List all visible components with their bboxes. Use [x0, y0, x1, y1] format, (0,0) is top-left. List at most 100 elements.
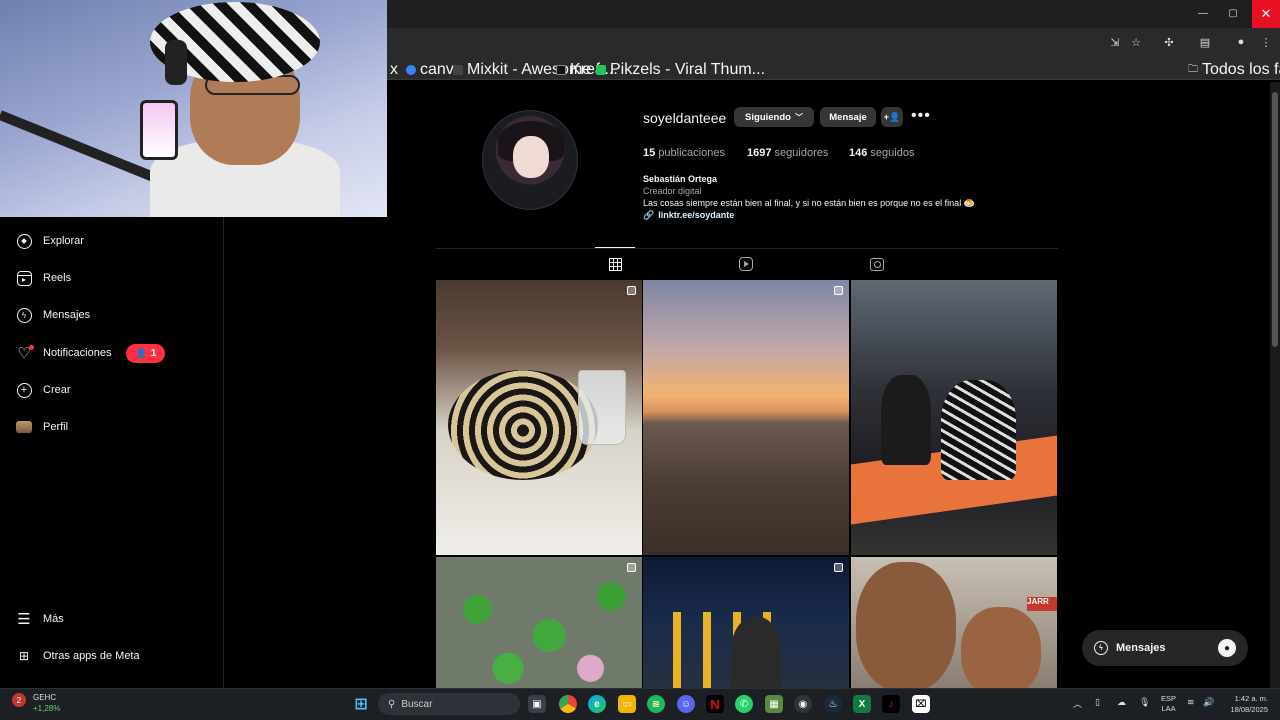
- following-count[interactable]: 146 seguidos: [849, 147, 914, 159]
- following-button[interactable]: Siguiendo ﹀: [734, 107, 814, 127]
- hamburger-icon: ☰: [17, 611, 31, 628]
- stock-widget-name[interactable]: GEHC: [33, 693, 56, 702]
- options-ellipsis-icon[interactable]: •••: [911, 107, 931, 125]
- tray-mic-icon[interactable]: 🎙: [1139, 697, 1150, 708]
- sidebar-item-notifications[interactable]: ♡ Notificaciones 👤 1: [16, 341, 166, 365]
- profile-category: Creador digital: [643, 186, 702, 196]
- post-tile[interactable]: JARR: [851, 557, 1057, 688]
- edge-icon[interactable]: e: [588, 695, 606, 713]
- whatsapp-icon[interactable]: ✆: [735, 695, 753, 713]
- contact-avatar: ●: [1218, 639, 1236, 657]
- volume-icon[interactable]: 🔊: [1203, 697, 1214, 708]
- clock[interactable]: 1:42 a. m. 18/08/2025: [1222, 693, 1268, 715]
- minecraft-icon[interactable]: ▦: [765, 695, 783, 713]
- all-favorites-folder[interactable]: 🗀Todos los favoritos: [1188, 61, 1280, 79]
- post-tile[interactable]: [851, 280, 1057, 555]
- reading-list-icon[interactable]: ▤: [1197, 34, 1213, 50]
- obs-icon[interactable]: ◉: [794, 695, 812, 713]
- active-tab-indicator: [595, 247, 635, 248]
- krea-icon: [556, 65, 566, 75]
- messenger-icon: ϟ: [1094, 641, 1108, 655]
- folder-icon: 🗀: [1188, 63, 1198, 75]
- extensions-icon[interactable]: ✣: [1161, 34, 1177, 50]
- message-button[interactable]: Mensaje: [820, 107, 876, 127]
- tagged-icon: [870, 257, 884, 271]
- messages-floating-button[interactable]: ϟ Mensajes ●: [1082, 630, 1248, 666]
- menu-kebab-icon[interactable]: ⋮: [1258, 34, 1274, 50]
- followers-count[interactable]: 1697 seguidores: [747, 147, 828, 159]
- stock-widget-icon[interactable]: 2: [12, 693, 26, 707]
- tab-tagged[interactable]: [869, 256, 885, 272]
- sidebar-item-more[interactable]: ☰ Más: [16, 607, 64, 631]
- profile-avatar-icon[interactable]: ●: [1233, 34, 1249, 50]
- post-tile[interactable]: [643, 557, 849, 688]
- sidebar-item-reels[interactable]: Reels: [16, 266, 71, 290]
- sidebar-item-profile[interactable]: Perfil: [16, 415, 68, 439]
- messenger-icon: ϟ: [16, 307, 32, 323]
- grid-icon: [608, 257, 622, 271]
- link-icon: 🔗: [643, 210, 655, 220]
- profile-bio: Las cosas siempre están bien al final, y…: [643, 198, 975, 208]
- capcut-icon[interactable]: ⌧: [912, 695, 930, 713]
- tab-posts[interactable]: [607, 256, 623, 272]
- tray-chevron-up-icon[interactable]: ︿: [1073, 697, 1082, 710]
- notification-badge: 👤 1: [126, 343, 166, 363]
- reels-icon: [739, 257, 753, 271]
- taskbar-search[interactable]: ⚲ Buscar: [378, 693, 520, 715]
- heart-icon: ♡: [16, 345, 34, 362]
- language-indicator[interactable]: ESP LAA: [1161, 694, 1176, 714]
- post-tile[interactable]: [643, 280, 849, 555]
- windows-start-icon[interactable]: ⊞: [352, 695, 370, 713]
- profile-link[interactable]: 🔗 linktr.ee/soydante: [643, 210, 734, 221]
- mixkit-icon: [453, 65, 463, 75]
- excel-icon[interactable]: X: [853, 695, 871, 713]
- apps-grid-icon: ⊞: [18, 649, 30, 663]
- carousel-icon: [627, 563, 636, 572]
- canva-icon: [406, 65, 416, 75]
- post-tile[interactable]: [436, 280, 642, 555]
- carousel-icon: [834, 563, 843, 572]
- person-icon: 👤: [135, 347, 147, 358]
- profile-username: soyeldanteee: [643, 110, 727, 126]
- chevron-down-icon: ﹀: [794, 112, 803, 122]
- install-app-icon[interactable]: ⇲: [1107, 34, 1123, 50]
- bookmark-item[interactable]: Pikzels - Viral Thum...: [596, 61, 765, 79]
- wifi-icon[interactable]: ≋: [1187, 697, 1195, 708]
- bookmark-star-icon[interactable]: ☆: [1128, 34, 1144, 50]
- search-icon: ⚲: [388, 698, 396, 710]
- profile-picture[interactable]: [482, 110, 578, 210]
- tray-app-icon[interactable]: ▯: [1095, 697, 1100, 708]
- post-sign-text: JARR: [1027, 597, 1057, 611]
- webcam-overlay: [0, 0, 387, 217]
- microphone: [140, 100, 178, 160]
- task-view-icon[interactable]: ▣: [528, 695, 546, 713]
- compass-icon: [16, 233, 32, 249]
- file-explorer-icon[interactable]: ▭: [618, 695, 636, 713]
- close-button[interactable]: ✕: [1252, 0, 1280, 28]
- page-scrollbar[interactable]: [1270, 82, 1280, 688]
- scrollbar-thumb[interactable]: [1272, 92, 1278, 347]
- minimize-button[interactable]: —: [1192, 4, 1214, 22]
- sidebar-item-messages[interactable]: ϟ Mensajes: [16, 303, 90, 327]
- spotify-icon[interactable]: ≋: [647, 695, 665, 713]
- restore-button[interactable]: ▢: [1222, 4, 1244, 22]
- tiktok-icon[interactable]: ♪: [882, 695, 900, 713]
- sidebar-item-explore[interactable]: Explorar: [16, 229, 84, 253]
- pikzels-icon: [596, 65, 606, 75]
- post-tile[interactable]: [436, 557, 642, 688]
- suggested-accounts-button[interactable]: +👤: [881, 107, 903, 127]
- steam-icon[interactable]: ♨: [824, 695, 842, 713]
- sidebar-item-meta-apps[interactable]: ⊞ Otras apps de Meta: [16, 644, 140, 668]
- posts-count: 15 publicaciones: [643, 147, 725, 159]
- discord-icon[interactable]: ☺: [677, 695, 695, 713]
- netflix-icon[interactable]: N: [706, 695, 724, 713]
- add-person-icon: +👤: [883, 111, 901, 122]
- sidebar-item-create[interactable]: + Crear: [16, 378, 71, 402]
- carousel-icon: [627, 286, 636, 295]
- chrome-icon[interactable]: [559, 695, 577, 713]
- reels-icon: [16, 270, 32, 286]
- tray-cloud-icon[interactable]: ☁: [1117, 697, 1126, 708]
- bookmark-item[interactable]: x: [390, 61, 398, 79]
- avatar-icon: [16, 419, 32, 435]
- tab-reels[interactable]: [738, 256, 754, 272]
